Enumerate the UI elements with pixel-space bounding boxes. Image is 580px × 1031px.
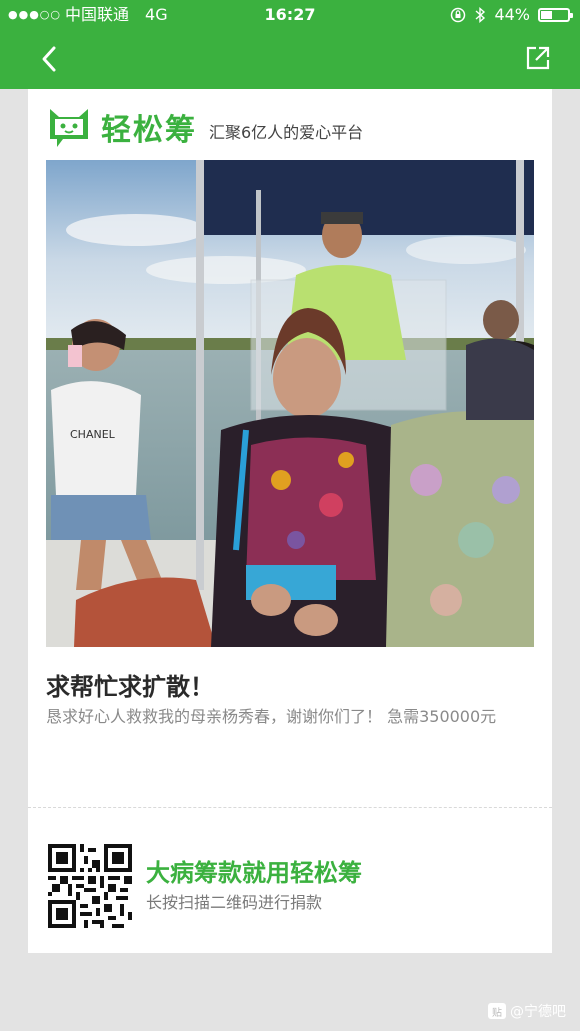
nav-bar [0,30,580,89]
watermark-text: @宁德吧 [510,1004,566,1020]
dashed-divider [28,807,552,808]
share-card: 轻松筹 汇聚6亿人的爱心平台 CHANEL 求帮忙求扩散！ 恳求好心人救救我的母… [28,89,552,953]
brand-name: 轻松筹 [101,113,197,148]
post-title: 求帮忙求扩散！ [46,673,214,701]
battery-fill [541,11,553,19]
shirt-print: CHANEL [70,428,116,441]
battery-percent: 44% [494,5,530,24]
cta-instruction: 长按扫描二维码进行捐款 [146,893,323,912]
status-bar: ●●●○○ 中国联通 4G 16:27 44% [0,0,580,30]
brand-slogan: 汇聚6亿人的爱心平台 [209,123,364,142]
cat-logo-icon [50,109,88,147]
cta-headline: 大病筹款就用轻松筹 [146,859,362,887]
campaign-photo[interactable]: CHANEL [46,160,534,647]
battery-icon [538,8,573,22]
qr-code-icon[interactable] [48,844,132,928]
bluetooth-icon [475,6,486,24]
brand-header: 轻松筹 汇聚6亿人的爱心平台 [45,97,363,157]
campaign-photo-image: CHANEL [46,160,534,647]
tieba-icon: 贴 [488,1003,506,1019]
post-description: 恳求好心人救救我的母亲杨秀春，谢谢你们了！ 急需350000元 [46,707,497,726]
status-right: 44% [450,0,573,30]
top-bar: ●●●○○ 中国联通 4G 16:27 44% [0,0,580,89]
share-external-icon[interactable] [524,44,552,72]
rotation-lock-icon [451,7,466,23]
chevron-left-icon[interactable] [34,42,68,76]
watermark: 贴 @宁德吧 [488,1001,566,1021]
